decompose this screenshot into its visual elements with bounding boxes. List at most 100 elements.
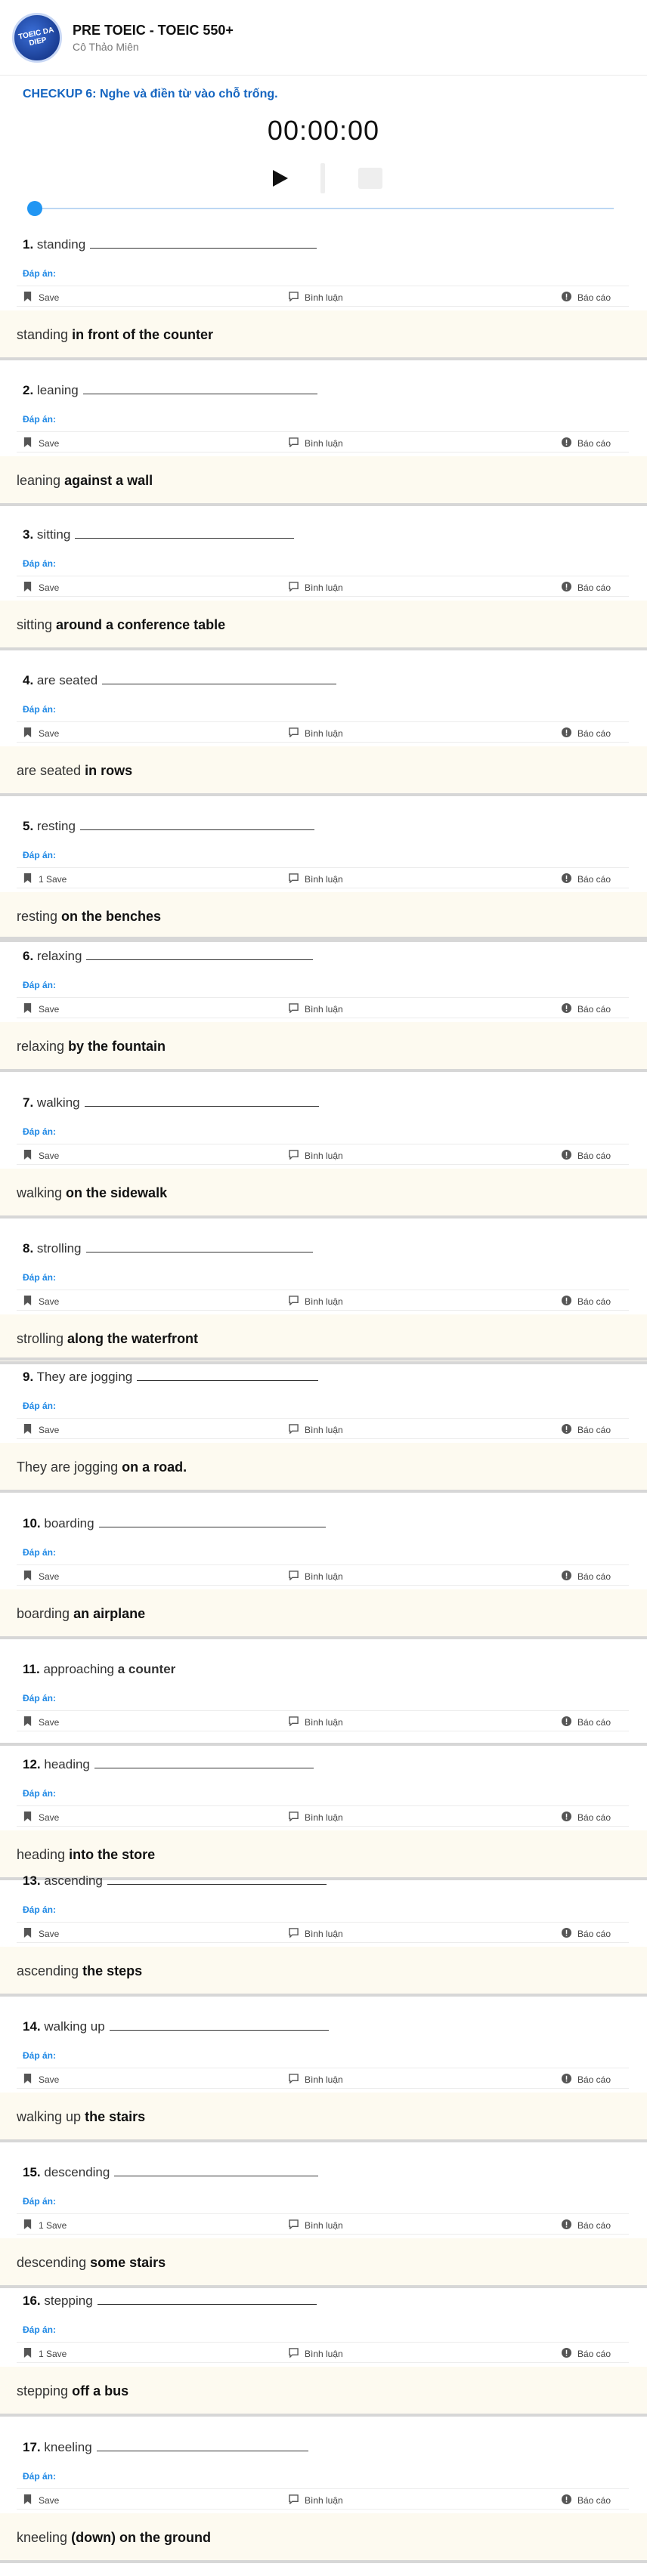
answer-blank[interactable]	[94, 1758, 314, 1768]
comment-button[interactable]: Bình luận	[289, 582, 343, 594]
answer-blank[interactable]	[85, 1242, 313, 1252]
save-button[interactable]: Save	[23, 1424, 59, 1436]
report-button[interactable]: Báo cáo	[561, 1571, 611, 1583]
comment-button[interactable]: Bình luận	[289, 727, 343, 740]
report-button[interactable]: Báo cáo	[561, 1812, 611, 1824]
play-icon[interactable]	[269, 168, 290, 189]
save-button[interactable]: Save	[23, 437, 59, 449]
answer-blank[interactable]	[84, 1096, 319, 1107]
save-button[interactable]: Save	[23, 1571, 59, 1583]
save-button[interactable]: Save	[23, 292, 59, 304]
report-button[interactable]: Báo cáo	[561, 292, 611, 304]
report-icon	[561, 873, 571, 885]
save-label: Save	[39, 1929, 60, 1939]
comment-icon	[289, 582, 299, 594]
bookmark-icon	[23, 727, 33, 740]
answer-blank[interactable]	[96, 2441, 308, 2451]
report-button[interactable]: Báo cáo	[561, 437, 611, 449]
answer-text: standing in front of the counter	[17, 327, 213, 343]
comment-label: Bình luận	[305, 2495, 343, 2506]
comment-button[interactable]: Bình luận	[289, 1150, 343, 1162]
report-button[interactable]: Báo cáo	[561, 1150, 611, 1162]
report-button[interactable]: Báo cáo	[561, 1296, 611, 1308]
answer-blank[interactable]	[98, 1517, 326, 1527]
answer-blank[interactable]	[107, 1874, 327, 1885]
comment-button[interactable]: Bình luận	[289, 1928, 343, 1940]
report-icon	[561, 2348, 571, 2360]
comment-icon	[289, 1296, 299, 1308]
report-button[interactable]: Báo cáo	[561, 727, 611, 740]
save-button[interactable]: 1 Save	[23, 2348, 67, 2360]
answer-blank[interactable]	[79, 820, 314, 830]
report-icon	[561, 1003, 571, 1015]
answer-blank[interactable]	[109, 2020, 329, 2031]
save-button[interactable]: Save	[23, 1812, 59, 1824]
comment-icon	[289, 727, 299, 740]
question-prompt: 12. heading	[23, 1757, 314, 1772]
stop-icon[interactable]	[358, 168, 382, 189]
save-label: Save	[39, 438, 60, 449]
report-button[interactable]: Báo cáo	[561, 582, 611, 594]
course-logo: TOEIC DA DIEP	[12, 12, 62, 63]
answer-panel: leaning against a wall	[0, 456, 647, 506]
report-button[interactable]: Báo cáo	[561, 1003, 611, 1015]
report-button[interactable]: Báo cáo	[561, 2219, 611, 2232]
save-button[interactable]: Save	[23, 1003, 59, 1015]
comment-button[interactable]: Bình luận	[289, 1812, 343, 1824]
answer-text: boarding an airplane	[17, 1606, 145, 1622]
answer-blank[interactable]	[114, 2166, 319, 2176]
comment-icon	[289, 873, 299, 885]
answer-label: Đáp án:	[23, 1788, 57, 1799]
audio-progress-track[interactable]	[33, 208, 614, 209]
save-button[interactable]: Save	[23, 1150, 59, 1162]
comment-button[interactable]: Bình luận	[289, 1424, 343, 1436]
answer-blank[interactable]	[82, 384, 317, 394]
answer-blank[interactable]	[102, 674, 337, 684]
comment-button[interactable]: Bình luận	[289, 2074, 343, 2086]
report-button[interactable]: Báo cáo	[561, 1424, 611, 1436]
save-button[interactable]: Save	[23, 2494, 59, 2507]
report-icon	[561, 727, 571, 740]
comment-button[interactable]: Bình luận	[289, 1003, 343, 1015]
save-button[interactable]: Save	[23, 727, 59, 740]
question-text: descending	[44, 2165, 110, 2179]
comment-button[interactable]: Bình luận	[289, 1571, 343, 1583]
answer-blank[interactable]	[137, 1370, 319, 1381]
report-button[interactable]: Báo cáo	[561, 873, 611, 885]
comment-button[interactable]: Bình luận	[289, 437, 343, 449]
answer-blank[interactable]	[90, 238, 317, 249]
save-button[interactable]: Save	[23, 2074, 59, 2086]
answer-highlight: the steps	[82, 1963, 143, 1978]
audio-progress-thumb[interactable]	[27, 201, 42, 216]
comment-button[interactable]: Bình luận	[289, 1716, 343, 1728]
answer-blank[interactable]	[97, 2294, 317, 2305]
answer-highlight: against a wall	[64, 473, 153, 488]
report-button[interactable]: Báo cáo	[561, 1716, 611, 1728]
comment-button[interactable]: Bình luận	[289, 2494, 343, 2507]
report-button[interactable]: Báo cáo	[561, 2348, 611, 2360]
comment-button[interactable]: Bình luận	[289, 1296, 343, 1308]
save-button[interactable]: Save	[23, 1716, 59, 1728]
report-button[interactable]: Báo cáo	[561, 1928, 611, 1940]
answer-blank[interactable]	[86, 950, 314, 960]
save-button[interactable]: 1 Save	[23, 873, 67, 885]
answer-text: resting on the benches	[17, 909, 161, 925]
save-button[interactable]: Save	[23, 1296, 59, 1308]
answer-blank[interactable]	[75, 528, 295, 539]
save-label: Save	[39, 728, 60, 739]
report-button[interactable]: Báo cáo	[561, 2494, 611, 2507]
save-button[interactable]: Save	[23, 1928, 59, 1940]
comment-label: Bình luận	[305, 1812, 343, 1823]
save-button[interactable]: 1 Save	[23, 2219, 67, 2232]
comment-label: Bình luận	[305, 1004, 343, 1015]
comment-button[interactable]: Bình luận	[289, 2219, 343, 2232]
comment-button[interactable]: Bình luận	[289, 2348, 343, 2360]
comment-button[interactable]: Bình luận	[289, 292, 343, 304]
comment-button[interactable]: Bình luận	[289, 873, 343, 885]
save-label: Save	[39, 582, 60, 593]
save-button[interactable]: Save	[23, 582, 59, 594]
report-button[interactable]: Báo cáo	[561, 2074, 611, 2086]
question-actions: Save Bình luận Báo cáo	[17, 2068, 629, 2089]
report-label: Báo cáo	[577, 1296, 611, 1307]
question-text-bold: a counter	[117, 1662, 176, 1676]
